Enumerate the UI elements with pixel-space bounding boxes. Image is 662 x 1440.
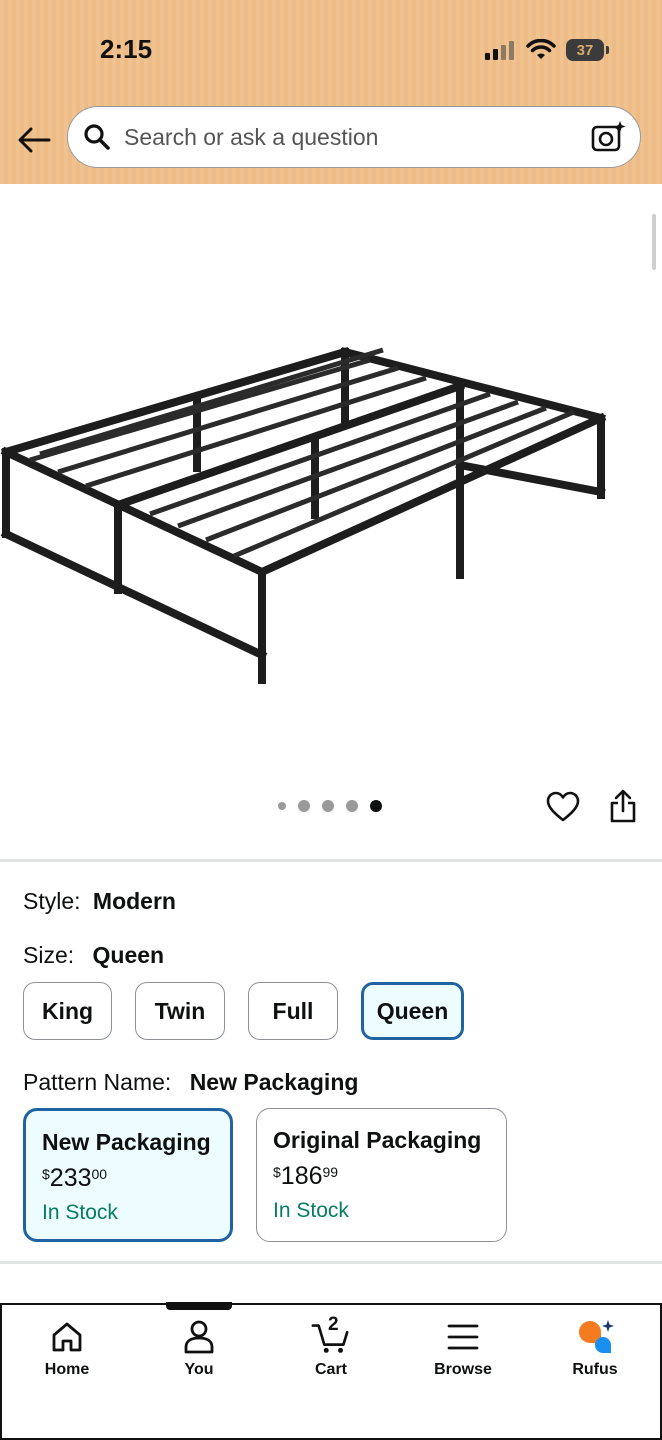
user-icon	[179, 1317, 219, 1357]
scrollbar[interactable]	[652, 214, 656, 270]
nav-label: You	[184, 1361, 214, 1378]
product-image-bed-frame[interactable]	[0, 330, 662, 710]
pattern-option-price: $ 186 99	[273, 1162, 339, 1190]
nav-label: Rufus	[572, 1361, 618, 1378]
status-icons: 37	[484, 36, 609, 64]
search-icon[interactable]	[82, 122, 112, 152]
carousel-indicator[interactable]	[278, 800, 382, 812]
section-divider	[0, 1261, 662, 1264]
nav-you[interactable]: You	[154, 1317, 244, 1379]
pattern-value: New Packaging	[189, 1069, 359, 1095]
carousel-dot[interactable]	[278, 802, 286, 810]
style-row: Style: Modern	[23, 888, 176, 915]
pattern-option-new-packaging[interactable]: New Packaging $ 233 00 In Stock	[23, 1108, 233, 1242]
pattern-label: Pattern Name:	[23, 1069, 172, 1095]
pattern-option-name: New Packaging	[42, 1129, 211, 1155]
pattern-row: Pattern Name: New Packaging	[23, 1069, 358, 1096]
cart-icon: 2	[311, 1314, 351, 1357]
size-label: Size:	[23, 942, 75, 968]
search-bar[interactable]	[67, 106, 641, 168]
camera-search-icon[interactable]	[588, 117, 628, 157]
nav-browse[interactable]: Browse	[418, 1317, 508, 1379]
size-value: Queen	[92, 942, 165, 968]
style-label: Style:	[23, 888, 81, 914]
rufus-icon	[575, 1317, 615, 1357]
arrow-left-icon	[18, 127, 51, 153]
section-divider	[0, 859, 662, 862]
bottom-nav: Home You 2 Cart Browse Rufus	[0, 1303, 662, 1440]
status-time: 2:15	[100, 34, 153, 64]
share-button[interactable]	[604, 786, 642, 826]
menu-icon	[443, 1317, 483, 1357]
carousel-dot[interactable]	[298, 800, 310, 812]
pattern-option-stock: In Stock	[42, 1201, 118, 1224]
nav-label: Cart	[314, 1361, 347, 1378]
add-to-list-button[interactable]	[544, 788, 582, 826]
size-option-twin[interactable]: Twin	[135, 982, 225, 1040]
pattern-option-stock: In Stock	[273, 1199, 349, 1222]
home-icon	[47, 1317, 87, 1357]
heart-icon	[546, 791, 580, 822]
nav-home[interactable]: Home	[22, 1317, 112, 1379]
signal-icon	[485, 41, 514, 60]
search-input[interactable]	[124, 117, 588, 157]
pattern-option-name: Original Packaging	[273, 1127, 482, 1153]
style-value: Modern	[92, 888, 176, 914]
pattern-option-original-packaging[interactable]: Original Packaging $ 186 99 In Stock	[256, 1108, 507, 1242]
nav-cart[interactable]: 2 Cart	[286, 1314, 376, 1379]
pattern-option-price: $ 233 00	[42, 1164, 108, 1192]
back-button[interactable]	[14, 120, 54, 160]
carousel-dot-active[interactable]	[370, 800, 382, 812]
nav-label: Home	[44, 1361, 90, 1378]
battery-indicator: 37	[566, 39, 609, 61]
size-option-full[interactable]: Full	[248, 982, 338, 1040]
carousel-dot[interactable]	[346, 800, 358, 812]
nav-tab-indicator	[166, 1302, 232, 1310]
cart-count-badge: 2	[328, 1314, 339, 1335]
wifi-icon	[526, 39, 556, 59]
nav-rufus[interactable]: Rufus	[550, 1317, 640, 1379]
nav-label: Browse	[434, 1361, 492, 1378]
share-icon	[610, 789, 636, 823]
carousel-dot[interactable]	[322, 800, 334, 812]
size-option-king[interactable]: King	[23, 982, 112, 1040]
size-option-queen[interactable]: Queen	[361, 982, 464, 1040]
size-row: Size: Queen	[23, 942, 164, 969]
